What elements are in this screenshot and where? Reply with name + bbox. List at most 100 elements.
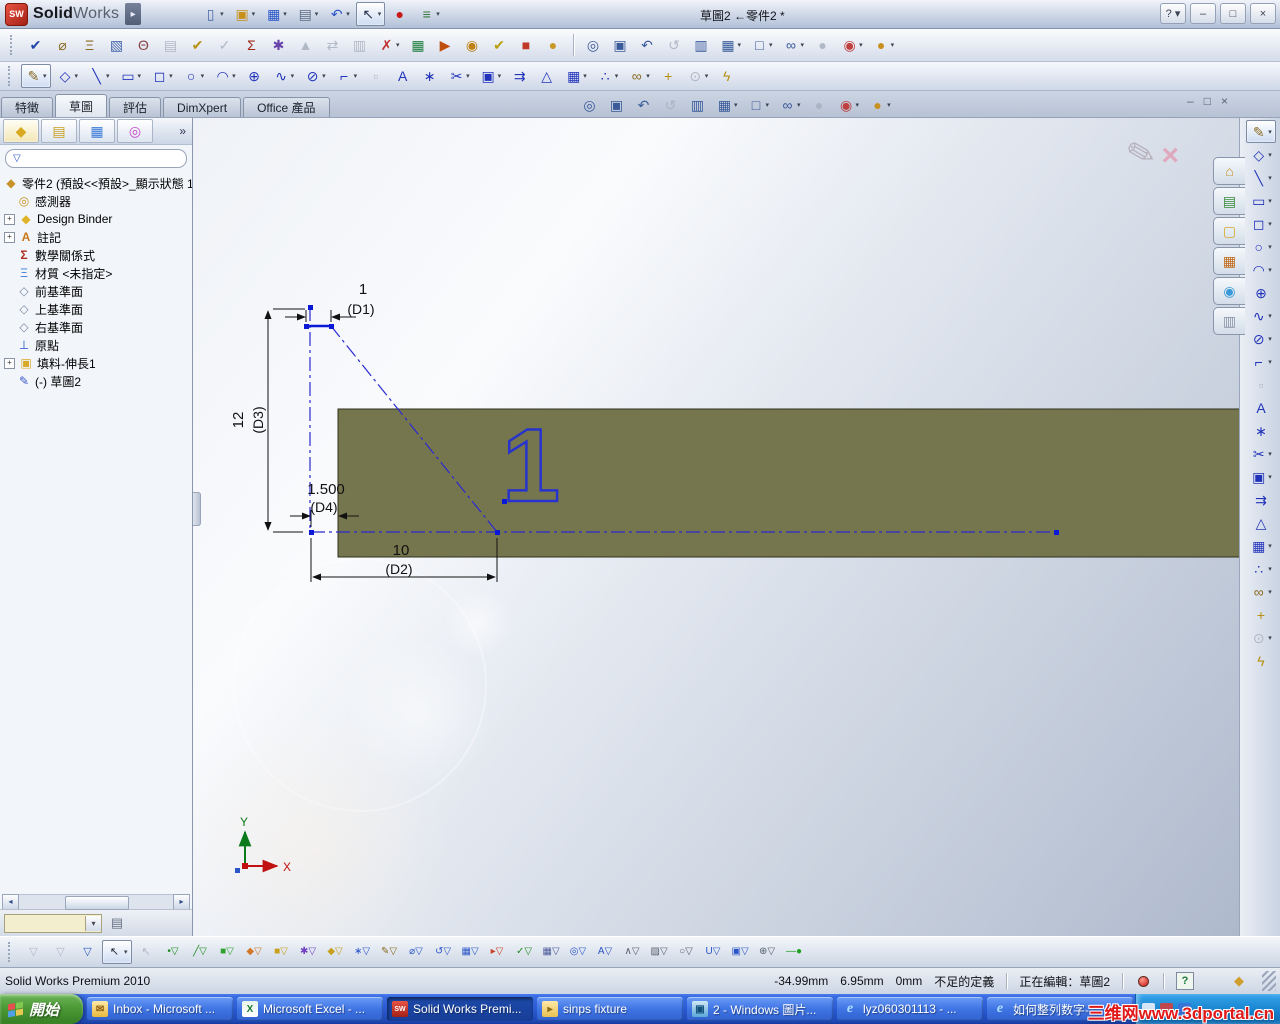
line-icon[interactable]: ╲ ▾ — [1246, 166, 1276, 189]
circle-dropdown[interactable]: ▾ — [201, 72, 205, 80]
arc-icon[interactable]: ◠ ▾ — [210, 64, 240, 88]
symmetry-check-icon[interactable]: ⇄ — [320, 33, 345, 57]
part-face[interactable] — [337, 408, 1239, 558]
point-icon[interactable]: ∗ — [417, 64, 442, 88]
circle-dropdown[interactable]: ▾ — [1268, 243, 1272, 251]
move-entities-icon[interactable]: ∴ ▾ — [593, 64, 623, 88]
taskbar-button-ie-1[interactable]: e lyz060301113 - ... — [837, 997, 984, 1021]
select-other-icon[interactable]: ↖ — [134, 940, 159, 964]
selection-box-icon[interactable]: ▫ — [1249, 373, 1274, 396]
display-style-icon[interactable]: □ ▾ — [747, 33, 777, 57]
filter-annotations-icon[interactable]: A▽ — [593, 940, 618, 964]
taskbar-button-excel[interactable]: X Microsoft Excel - ... — [237, 997, 384, 1021]
filter-quick-icon[interactable]: ✱▽ — [296, 940, 321, 964]
filter-solid-bodies-icon[interactable]: ■▽ — [269, 940, 294, 964]
rebuild-stoplight-icon[interactable]: ● — [387, 2, 412, 26]
circle-icon[interactable]: ○ ▾ — [179, 64, 209, 88]
menu-expand-arrow[interactable]: ▸ — [125, 3, 142, 25]
filter-toggle-icon[interactable]: ▽ — [75, 940, 100, 964]
graphics-viewport[interactable]: ✎× 1 1 (D1) 12 (D3) 1.500 (D4) 10 (D2) Y… — [193, 118, 1239, 936]
rotate-view-icon[interactable]: ↺ — [658, 93, 683, 117]
panel-expand-chevron[interactable]: » — [179, 124, 190, 138]
sketch-fillet-icon[interactable]: ⌐ ▾ — [1246, 350, 1276, 373]
dimxpertmanager-tab-icon[interactable]: ◎ — [117, 119, 153, 143]
linear-sketch-pattern-dropdown[interactable]: ▾ — [583, 72, 587, 80]
draft-analysis-icon[interactable]: ▲ — [293, 33, 318, 57]
dim-d1-name[interactable]: (D1) — [347, 301, 374, 317]
render-dropdown[interactable]: ▾ — [887, 101, 891, 109]
print-icon[interactable]: ▤ ▾ — [293, 2, 323, 26]
restore-button[interactable]: □ — [1220, 3, 1246, 24]
configurationmanager-tab-icon[interactable]: ▦ — [79, 119, 115, 143]
rectangle-dropdown[interactable]: ▾ — [1268, 197, 1272, 205]
polygon-icon[interactable]: ⊕ — [242, 64, 267, 88]
instant-2d-dropdown[interactable]: ▾ — [1268, 634, 1272, 642]
dimension-d1[interactable] — [285, 310, 356, 322]
display-style-dropdown[interactable]: ▾ — [766, 101, 770, 109]
tree-item-sketch2[interactable]: ✎ (-) 草圖2 — [3, 372, 192, 390]
circle-icon[interactable]: ○ ▾ — [1246, 235, 1276, 258]
toolbar-grip[interactable] — [8, 66, 14, 86]
new-document-icon[interactable]: ▯ ▾ — [198, 2, 228, 26]
filter-rotate-icon[interactable]: ↺▽ — [431, 940, 456, 964]
sketch-text-entity[interactable]: 1 — [501, 407, 561, 526]
apply-scene-icon[interactable]: ◉ ▾ — [837, 33, 867, 57]
filter-clear-icon[interactable]: ▽ — [21, 940, 46, 964]
deviation-analysis-icon[interactable]: ✱ — [266, 33, 291, 57]
dim-d4-value[interactable]: 1.500 — [307, 481, 345, 498]
zoom-to-area-icon[interactable]: ▣ — [608, 33, 633, 57]
instant-2d-dropdown[interactable]: ▾ — [705, 72, 709, 80]
trim-entities-dropdown[interactable]: ▾ — [466, 72, 470, 80]
sketch-fillet-dropdown[interactable]: ▾ — [354, 72, 358, 80]
tray-icon[interactable] — [1160, 1002, 1173, 1016]
repair-sketch-icon[interactable]: + — [1249, 603, 1274, 626]
tray-icon[interactable] — [1178, 1002, 1191, 1016]
view-orientation-icon[interactable]: ▦ ▾ — [716, 33, 746, 57]
options-icon[interactable]: ≡ ▾ — [414, 2, 444, 26]
tree-item-sensors[interactable]: ◎ 感測器 — [3, 192, 192, 210]
tree-horizontal-scrollbar[interactable]: ◂ ▸ — [2, 893, 190, 910]
slot-dropdown[interactable]: ▾ — [169, 72, 173, 80]
line-icon[interactable]: ╲ ▾ — [84, 64, 114, 88]
zoom-to-area-icon[interactable]: ▣ — [604, 93, 629, 117]
convert-entities-dropdown[interactable]: ▾ — [498, 72, 502, 80]
help-button[interactable]: ? ▾ — [1160, 3, 1186, 24]
move-entities-dropdown[interactable]: ▾ — [1268, 565, 1272, 573]
expand-toggle[interactable]: + — [4, 357, 15, 369]
new-document-dropdown[interactable]: ▾ — [220, 10, 224, 18]
filter-vertices-icon[interactable]: •▽ — [161, 940, 186, 964]
filter-welds-icon[interactable]: ∧▽ — [620, 940, 645, 964]
tags-icon[interactable]: ◆ — [1234, 973, 1244, 989]
hide-show-items-dropdown[interactable]: ▾ — [801, 41, 805, 49]
tray-icon[interactable] — [1142, 1002, 1155, 1016]
text-icon[interactable]: A — [1249, 396, 1274, 419]
spline-dropdown[interactable]: ▾ — [1268, 312, 1272, 320]
move-entities-icon[interactable]: ∴ ▾ — [1246, 557, 1276, 580]
tab-sketch[interactable]: 草圖 — [55, 94, 108, 117]
instant-2d-icon[interactable]: ⊙ ▾ — [1246, 626, 1276, 649]
filter-axes-icon[interactable]: ◆▽ — [323, 940, 348, 964]
instant-2d-icon[interactable]: ⊙ ▾ — [683, 64, 713, 88]
motion-manager-icon[interactable]: ◉ — [460, 33, 485, 57]
spline-dropdown[interactable]: ▾ — [291, 72, 295, 80]
slot-icon[interactable]: ◻ ▾ — [1246, 212, 1276, 235]
ellipse-icon[interactable]: ⊘ ▾ — [1246, 327, 1276, 350]
view-orientation-icon[interactable]: ▦ ▾ — [712, 93, 742, 117]
equations-icon[interactable]: Σ — [239, 33, 264, 57]
render-dropdown[interactable]: ▾ — [891, 41, 895, 49]
tab-features[interactable]: 特徵 — [1, 97, 54, 117]
ellipse-dropdown[interactable]: ▾ — [322, 72, 326, 80]
section-view-icon[interactable]: ▥ — [689, 33, 714, 57]
repair-sketch-icon[interactable]: + — [656, 64, 681, 88]
ellipse-icon[interactable]: ⊘ ▾ — [300, 64, 330, 88]
smart-dimension-dropdown[interactable]: ▾ — [75, 72, 79, 80]
save-dropdown[interactable]: ▾ — [283, 10, 287, 18]
rectangle-dropdown[interactable]: ▾ — [138, 72, 142, 80]
move-entities-dropdown[interactable]: ▾ — [615, 72, 619, 80]
filter-relations-icon[interactable]: ✓▽ — [512, 940, 537, 964]
sketch-fillet-dropdown[interactable]: ▾ — [1268, 358, 1272, 366]
view-orientation-dropdown[interactable]: ▾ — [734, 101, 738, 109]
linear-sketch-pattern-icon[interactable]: ▦ ▾ — [1246, 534, 1276, 557]
toolbar-grip[interactable] — [10, 35, 16, 55]
render-icon[interactable]: ● ▾ — [865, 93, 895, 117]
